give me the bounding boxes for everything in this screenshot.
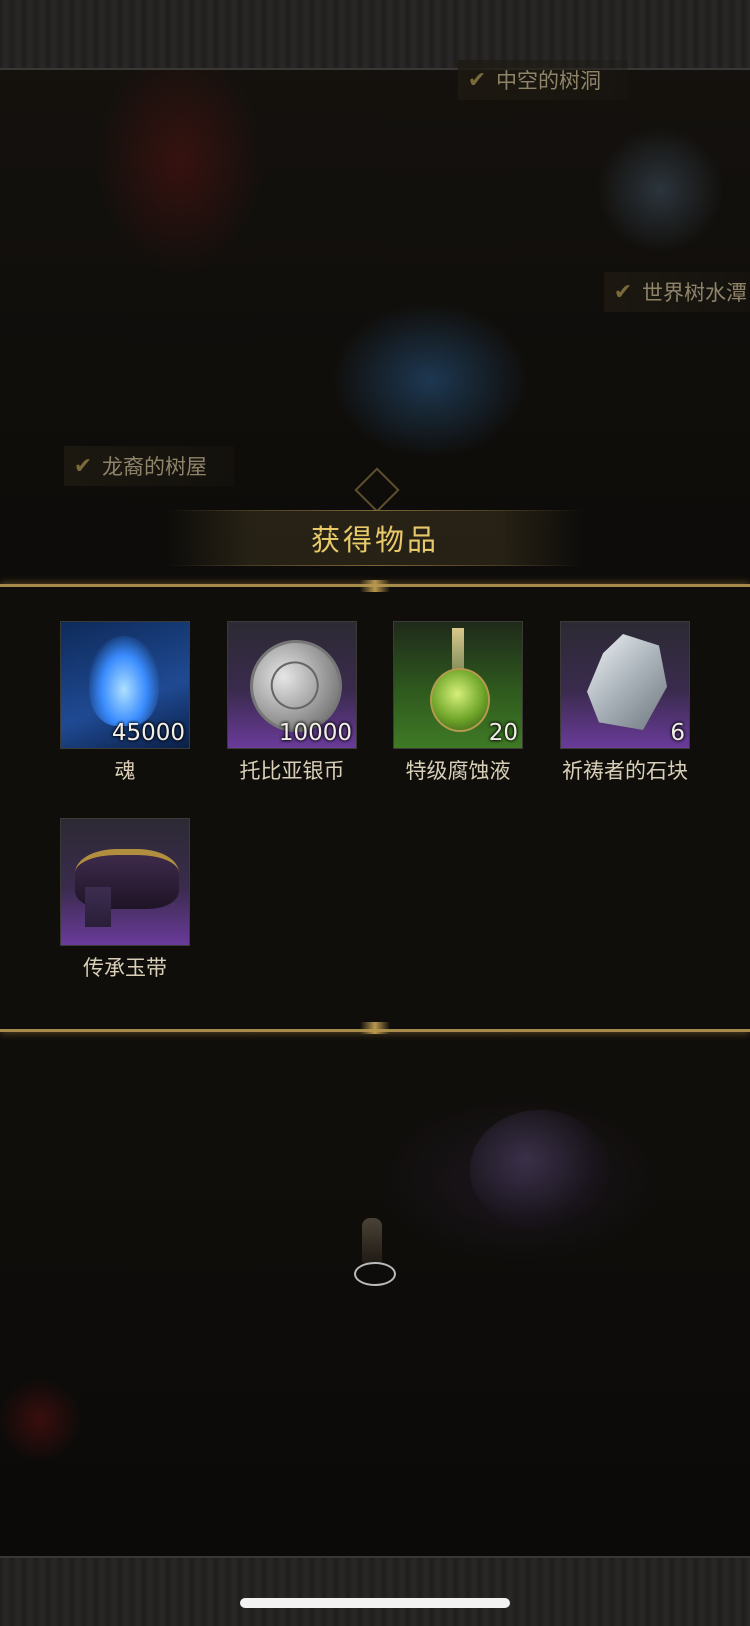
reward-item-prayer-stone[interactable]: 6 祈祷者的石块: [560, 621, 690, 785]
dialog-title-bar: 获得物品: [166, 510, 584, 566]
item-quantity: 10000: [278, 720, 352, 746]
reward-item-jade-belt[interactable]: 传承玉带: [60, 818, 190, 982]
item-slot[interactable]: 10000: [227, 621, 357, 749]
panel-bottom-ornament: [360, 1022, 390, 1034]
item-quantity: 20: [488, 720, 518, 746]
map-location-world-tree-pool[interactable]: ✔ 世界树水潭: [604, 272, 750, 312]
item-name: 祈祷者的石块: [562, 759, 688, 783]
item-slot[interactable]: 6: [560, 621, 690, 749]
checkmark-icon: ✔: [467, 67, 487, 93]
map-location-label: 中空的树洞: [496, 69, 601, 93]
item-name: 传承玉带: [83, 956, 167, 980]
checkmark-icon: ✔: [73, 453, 93, 479]
crystal-stone-icon: [587, 634, 667, 730]
bottom-ornamental-frame: [0, 1556, 750, 1626]
jade-belt-icon: [75, 849, 179, 927]
item-quantity: 6: [670, 720, 685, 746]
item-name: 魂: [114, 759, 136, 783]
green-potion-icon: [430, 628, 490, 738]
map-location-label: 龙裔的树屋: [102, 455, 207, 479]
dialog-title: 获得物品: [310, 523, 439, 557]
map-location-label: 世界树水潭: [642, 281, 747, 305]
reward-item-corrosive-liquid[interactable]: 20 特级腐蚀液: [393, 621, 523, 785]
item-name: 托比亚银币: [239, 759, 345, 783]
player-selection-ring: [354, 1262, 396, 1286]
item-slot[interactable]: 45000: [60, 621, 190, 749]
panel-top-ornament: [360, 580, 390, 592]
item-slot[interactable]: [60, 818, 190, 946]
reward-item-silver-coin[interactable]: 10000 托比亚银币: [227, 621, 357, 785]
player-character[interactable]: [362, 1218, 382, 1264]
item-slot[interactable]: 20: [393, 621, 523, 749]
reward-item-soul[interactable]: 45000 魂: [60, 621, 190, 785]
top-ornamental-frame: [0, 0, 750, 70]
blue-soul-flame-icon: [89, 636, 159, 726]
dragon-creature[interactable]: [470, 1110, 610, 1230]
map-location-hollow-tree[interactable]: ✔ 中空的树洞: [458, 60, 628, 100]
home-indicator-bar[interactable]: [240, 1598, 510, 1608]
map-location-dragonkin-treehouse[interactable]: ✔ 龙裔的树屋: [64, 446, 234, 486]
checkmark-icon: ✔: [613, 279, 633, 305]
item-quantity: 45000: [111, 720, 185, 746]
item-name: 特级腐蚀液: [405, 759, 511, 783]
